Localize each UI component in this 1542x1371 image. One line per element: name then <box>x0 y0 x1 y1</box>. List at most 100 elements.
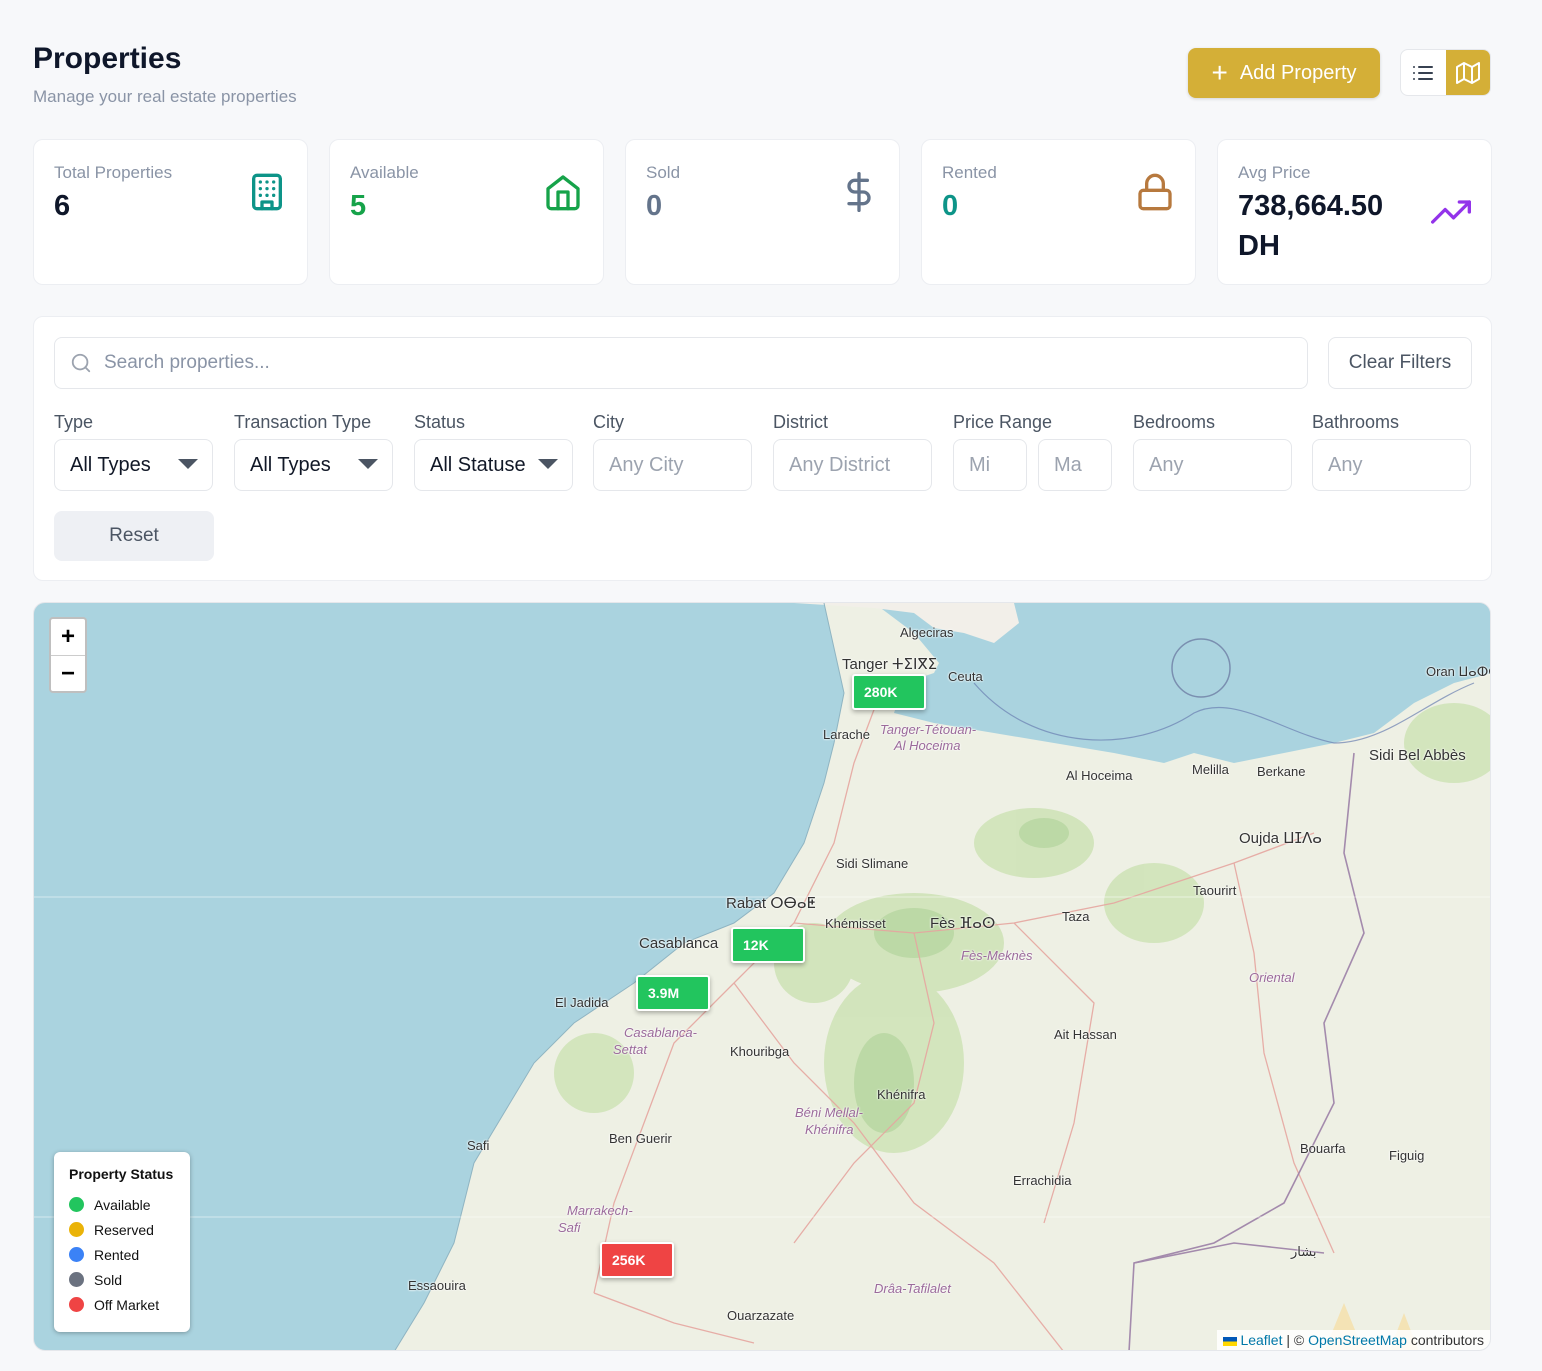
type-select[interactable]: All Types <box>54 439 213 491</box>
map-label: Casablanca <box>639 935 719 952</box>
bathrooms-input[interactable]: Any <box>1312 439 1471 491</box>
city-input[interactable]: Any City <box>593 439 752 491</box>
leaflet-link[interactable]: Leaflet <box>1240 1332 1282 1348</box>
price-min-input[interactable]: Mi <box>953 439 1027 491</box>
status-dot <box>69 1272 84 1287</box>
map-label: Safi <box>558 1220 581 1235</box>
legend-label: Rented <box>94 1246 140 1263</box>
map-label: Taza <box>1062 909 1090 924</box>
list-icon <box>1413 65 1434 80</box>
zoom-in-button[interactable]: + <box>51 619 85 655</box>
status-dot <box>69 1297 84 1312</box>
map-label: Al Hoceima <box>894 738 961 753</box>
map-label: Settat <box>613 1042 647 1057</box>
legend-item: Available <box>69 1192 175 1217</box>
page-subtitle: Manage your real estate properties <box>33 87 297 106</box>
stat-label: Total Properties <box>54 163 173 182</box>
price-marker[interactable]: 256K <box>600 1242 674 1278</box>
legend-item: Reserved <box>69 1217 175 1242</box>
map-label: Safi <box>467 1138 490 1153</box>
openstreetmap-link[interactable]: OpenStreetMap <box>1308 1332 1407 1348</box>
zoom-out-button[interactable]: − <box>51 655 85 691</box>
legend-title: Property Status <box>69 1166 174 1182</box>
type-select-value: All Types <box>70 453 151 476</box>
price-marker[interactable]: 280K <box>852 674 926 710</box>
map-label: Fès-Meknès <box>961 948 1033 963</box>
filter-panel: Clear Filters Type All Types Transaction… <box>33 316 1492 581</box>
price-max-input[interactable]: Ma <box>1038 439 1112 491</box>
legend-item: Rented <box>69 1242 175 1267</box>
legend-item: Off Market <box>69 1292 175 1317</box>
map-label: Larache <box>823 727 870 742</box>
price-marker[interactable]: 3.9M <box>636 975 710 1011</box>
view-toggle <box>1400 49 1491 96</box>
map-label: Ceuta <box>948 669 983 684</box>
property-map[interactable]: Algeciras Tanger ⵜⵉⵏⴳⵉ Ceuta Oran ⵡⴰⵀⵔⴰⵏ… <box>33 602 1491 1351</box>
map-label: Oriental <box>1249 970 1295 985</box>
status-select-value: All Statuse <box>430 453 526 476</box>
map-label: Ait Hassan <box>1054 1027 1117 1042</box>
map-label: Sidi Bel Abbès <box>1369 747 1466 764</box>
map-label: Sidi Slimane <box>836 856 909 871</box>
price-marker[interactable]: 12K <box>731 927 805 963</box>
stat-label: Available <box>350 163 419 182</box>
map-label: Fès ⴼⴰⵙ <box>930 915 996 932</box>
map-label: Ouarzazate <box>727 1308 795 1323</box>
map-label: Tanger ⵜⵉⵏⴳⵉ <box>842 656 938 673</box>
map-label: Figuig <box>1389 1148 1425 1163</box>
search-box <box>54 337 1308 389</box>
clear-filters-button[interactable]: Clear Filters <box>1328 337 1472 389</box>
map-label: Rabat ⵔⴱⴰⵟ <box>726 895 816 912</box>
search-input[interactable] <box>104 352 1204 374</box>
stat-card-rented: Rented 0 <box>921 139 1196 285</box>
status-dot <box>69 1247 84 1262</box>
district-input[interactable]: Any District <box>773 439 932 491</box>
map-legend: Property Status Available Reserved Rente… <box>54 1152 190 1332</box>
map-label: Drâa-Tafilalet <box>874 1281 951 1296</box>
map-label: Ben Guerir <box>609 1131 672 1146</box>
home-icon <box>546 175 580 211</box>
chevron-down-icon <box>178 459 198 469</box>
map-label: Marrakech- <box>567 1203 633 1218</box>
ukraine-flag-icon <box>1222 1336 1237 1346</box>
status-dot <box>69 1197 84 1212</box>
list-view-button[interactable] <box>1401 50 1446 95</box>
stat-card-sold: Sold 0 <box>625 139 900 285</box>
map-label: Algeciras <box>900 625 954 640</box>
attribution-suffix: contributors <box>1410 1332 1484 1348</box>
map-label: Béni Mellal- <box>795 1105 863 1120</box>
status-select[interactable]: All Statuse <box>414 439 573 491</box>
map-label: Khouribga <box>730 1044 790 1059</box>
stat-label: Avg Price <box>1238 163 1311 182</box>
legend-label: Off Market <box>94 1296 160 1313</box>
bedrooms-label: Bedrooms <box>1133 412 1216 432</box>
map-label: Bouarfa <box>1300 1141 1346 1156</box>
map-attribution: Leaflet | © OpenStreetMap contributors <box>1216 1330 1490 1350</box>
price-range-label: Price Range <box>953 412 1053 432</box>
add-property-button[interactable]: + Add Property <box>1188 48 1380 98</box>
map-label: Khémisset <box>825 916 886 931</box>
bedrooms-input[interactable]: Any <box>1133 439 1292 491</box>
add-property-label: Add Property <box>1239 61 1357 84</box>
lock-icon <box>1138 173 1172 211</box>
chevron-down-icon <box>358 459 378 469</box>
stat-label: Rented <box>942 163 997 182</box>
district-label: District <box>773 412 828 432</box>
map-view-button[interactable] <box>1445 50 1490 95</box>
trending-up-icon <box>1431 200 1471 224</box>
map-icon <box>1455 61 1480 84</box>
plus-icon: + <box>1211 57 1228 88</box>
map-label: Oran ⵡⴰⵀⵔⴰⵏ <box>1426 664 1490 679</box>
stat-label: Sold <box>646 163 681 182</box>
stat-card-avg-price: Avg Price 738,664.50 DH <box>1217 139 1492 285</box>
map-label: Tanger-Tétouan- <box>880 722 977 737</box>
bathrooms-label: Bathrooms <box>1312 412 1400 432</box>
stat-card-total: Total Properties 6 <box>33 139 308 285</box>
reset-button[interactable]: Reset <box>54 511 214 561</box>
map-label: بشار <box>1291 1244 1317 1259</box>
legend-label: Sold <box>94 1271 123 1288</box>
map-label: Oujda ⵡⵊⴷⴰ <box>1239 830 1322 847</box>
legend-label: Reserved <box>94 1221 154 1238</box>
transaction-type-select[interactable]: All Types <box>234 439 393 491</box>
map-label: Errachidia <box>1013 1173 1072 1188</box>
